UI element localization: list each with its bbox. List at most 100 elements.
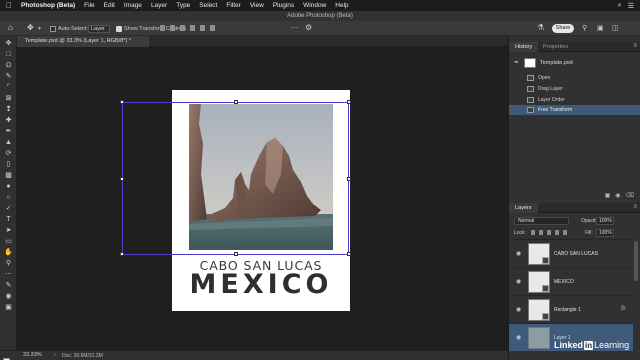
- beaker-icon[interactable]: ⚗: [537, 23, 544, 32]
- menu-app-name[interactable]: Photoshop (Beta): [21, 2, 75, 9]
- align-center-icon[interactable]: [170, 25, 175, 31]
- menu-help[interactable]: Help: [335, 2, 348, 9]
- history-brush-tool-icon[interactable]: ⟳: [3, 150, 14, 158]
- photo-layer-image[interactable]: [189, 104, 333, 250]
- crop-tool-icon[interactable]: ⌜: [3, 84, 14, 92]
- transform-handle-top-left[interactable]: [120, 100, 124, 104]
- menu-type[interactable]: Type: [176, 2, 190, 9]
- auto-select-checkbox[interactable]: [50, 26, 56, 32]
- history-state[interactable]: Open: [509, 73, 640, 83]
- lock-pixels-icon[interactable]: [531, 230, 535, 235]
- align-bottom-icon[interactable]: [210, 25, 215, 31]
- home-icon[interactable]: ⌂: [8, 23, 13, 32]
- snapshot-thumbnail[interactable]: [524, 58, 536, 68]
- visibility-eye-icon[interactable]: ◉: [516, 334, 521, 341]
- lock-artboard-icon[interactable]: [555, 230, 559, 235]
- menu-image[interactable]: Image: [124, 2, 142, 9]
- auto-select-target-dropdown[interactable]: Layer: [88, 24, 110, 33]
- eraser-tool-icon[interactable]: ▯: [3, 161, 14, 169]
- more-tools-icon[interactable]: ⋯: [3, 271, 14, 279]
- align-middle-icon[interactable]: [200, 25, 205, 31]
- workspace-icon[interactable]: ▣: [597, 24, 604, 32]
- eyedropper-tool-icon[interactable]: ❢: [3, 106, 14, 114]
- more-options-icon[interactable]: ⋯: [291, 24, 298, 32]
- search-icon[interactable]: ⚲: [582, 24, 587, 32]
- clone-stamp-tool-icon[interactable]: ▲: [3, 139, 14, 147]
- chevron-down-icon[interactable]: ▾: [38, 25, 41, 32]
- menu-file[interactable]: File: [84, 2, 94, 9]
- blend-mode-dropdown[interactable]: Normal: [514, 217, 569, 225]
- history-state-selected[interactable]: Free Transform: [509, 105, 640, 115]
- brush-tool-icon[interactable]: ✒: [3, 128, 14, 136]
- rectangle-tool-icon[interactable]: ▭: [3, 238, 14, 246]
- visibility-eye-icon[interactable]: ◉: [516, 250, 521, 257]
- visibility-eye-icon[interactable]: ◉: [516, 278, 521, 285]
- lasso-tool-icon[interactable]: Ω: [3, 62, 14, 70]
- menu-edit[interactable]: Edit: [104, 2, 115, 9]
- layer-row[interactable]: ◉ MEXICO: [509, 267, 633, 295]
- tab-history[interactable]: History: [509, 42, 539, 52]
- opacity-field[interactable]: 100%: [596, 217, 614, 225]
- blur-tool-icon[interactable]: ●: [3, 183, 14, 191]
- frame-tool-icon[interactable]: ⊠: [3, 95, 14, 103]
- hand-tool-icon[interactable]: ✋: [3, 249, 14, 257]
- search-icon[interactable]: ⌕: [618, 2, 622, 10]
- edit-toolbar-icon[interactable]: ✎: [3, 282, 14, 290]
- lock-paint-icon[interactable]: [539, 230, 543, 235]
- apple-logo-icon[interactable]: : [6, 0, 12, 11]
- canvas-area[interactable]: CABO SAN LUCAS MEXICO: [17, 47, 508, 350]
- zoom-tool-icon[interactable]: ⚲: [3, 260, 14, 268]
- quick-mask-icon[interactable]: ◉: [3, 293, 14, 301]
- gear-icon[interactable]: ⚙: [305, 23, 312, 32]
- show-transform-controls-checkbox[interactable]: [116, 26, 122, 32]
- quick-select-tool-icon[interactable]: ✎: [3, 73, 14, 81]
- transform-handle-bottom-left[interactable]: [120, 252, 124, 256]
- lock-position-icon[interactable]: [547, 230, 551, 235]
- history-state[interactable]: Layer Order: [509, 95, 640, 105]
- trash-icon[interactable]: ⌫: [626, 192, 634, 199]
- type-tool-icon[interactable]: T: [3, 216, 14, 224]
- menu-layer[interactable]: Layer: [151, 2, 167, 9]
- move-tool-icon[interactable]: ✥: [3, 40, 14, 48]
- new-document-from-state-icon[interactable]: ▣: [605, 192, 611, 199]
- align-top-icon[interactable]: [190, 25, 195, 31]
- menu-filter[interactable]: Filter: [226, 2, 240, 9]
- layer-row[interactable]: ◉ Rectangle 1 fx: [509, 295, 633, 323]
- screen-mode-icon[interactable]: ▣: [3, 304, 14, 312]
- dodge-tool-icon[interactable]: ○: [3, 194, 14, 202]
- transform-handle-left[interactable]: [120, 177, 124, 181]
- pen-tool-icon[interactable]: ✓: [3, 205, 14, 213]
- panel-menu-icon[interactable]: ≡: [633, 43, 637, 49]
- layers-scrollbar[interactable]: [634, 241, 638, 281]
- document-tab[interactable]: Template.psd @ 33.3% (Layer 1, RGB/8*) *: [17, 36, 149, 47]
- control-center-icon[interactable]: ☰: [628, 2, 634, 10]
- panel-menu-icon[interactable]: ≡: [633, 204, 637, 210]
- share-button[interactable]: Share: [552, 24, 574, 33]
- layer-thumbnail: [528, 243, 550, 265]
- layer-row[interactable]: ◉ CABO SAN LUCAS: [509, 239, 633, 267]
- align-right-icon[interactable]: [180, 25, 185, 31]
- menu-view[interactable]: View: [250, 2, 264, 9]
- history-brush-source-icon[interactable]: ✒: [514, 59, 519, 66]
- zoom-level[interactable]: 33.33%: [23, 352, 42, 358]
- move-tool-icon[interactable]: ✥: [27, 23, 34, 32]
- menu-window[interactable]: Window: [303, 2, 326, 9]
- marquee-tool-icon[interactable]: □: [3, 51, 14, 59]
- align-left-icon[interactable]: [160, 25, 165, 31]
- history-state[interactable]: Drag Layer: [509, 84, 640, 94]
- snapshot-label[interactable]: Template.psd: [540, 60, 573, 66]
- tab-properties[interactable]: Properties: [537, 42, 574, 52]
- gradient-tool-icon[interactable]: ▩: [3, 172, 14, 180]
- lock-all-icon[interactable]: [563, 230, 567, 235]
- layout-icon[interactable]: ◫: [612, 24, 619, 32]
- camera-icon[interactable]: ◉: [615, 192, 620, 199]
- menu-plugins[interactable]: Plugins: [273, 2, 294, 9]
- menu-select[interactable]: Select: [199, 2, 217, 9]
- visibility-eye-icon[interactable]: ◉: [516, 306, 521, 313]
- status-chevron-icon[interactable]: ›: [54, 352, 56, 358]
- path-selection-tool-icon[interactable]: ➤: [3, 227, 14, 235]
- healing-brush-tool-icon[interactable]: ✚: [3, 117, 14, 125]
- layer-effects-icon[interactable]: fx: [621, 306, 626, 312]
- tab-layers[interactable]: Layers: [509, 203, 538, 213]
- fill-field[interactable]: 100%: [596, 229, 614, 237]
